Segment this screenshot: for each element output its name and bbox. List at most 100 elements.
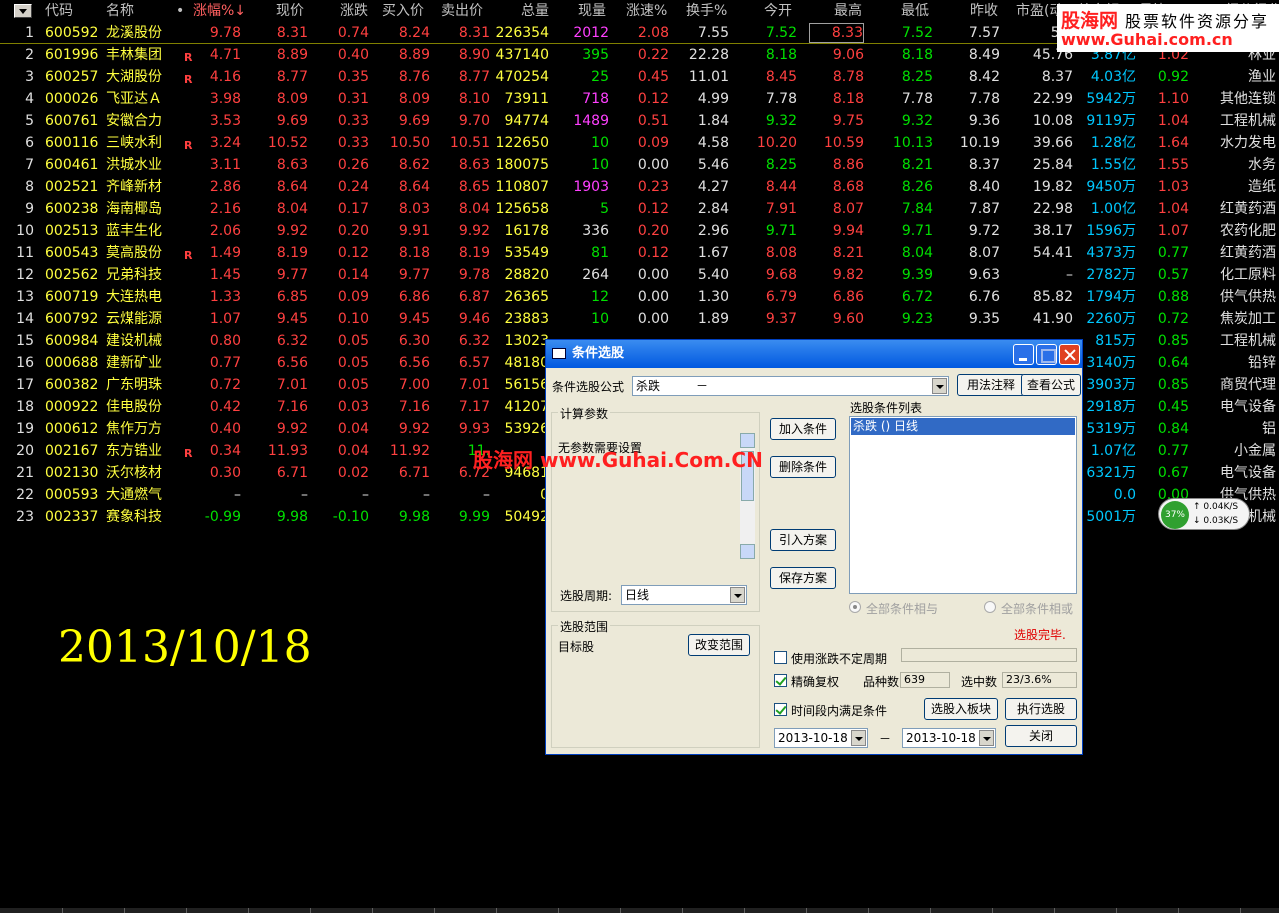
cell-bid: 9.92 [398, 421, 430, 437]
bottom-tab[interactable] [124, 908, 125, 913]
period-label: 选股周期: [560, 589, 613, 603]
cell-vol: 0 [489, 484, 549, 506]
bottom-tab[interactable] [1240, 908, 1241, 913]
dialog-title: 条件选股 [572, 346, 625, 361]
column-header[interactable]: 涨幅%↓ [193, 0, 246, 22]
table-row[interactable]: 12 002562 兄弟科技 1.45 9.77 0.14 9.77 9.78 28820 264… [0, 264, 1279, 286]
dialog-titlebar[interactable]: 条件选股 [546, 340, 1082, 368]
scroll-down-icon[interactable] [740, 544, 755, 559]
column-header[interactable]: 买入价 [382, 0, 424, 22]
bottom-tab[interactable] [806, 908, 807, 913]
table-row[interactable]: 6 600116 三峡水利 R 3.24 10.52 0.33 10.50 10.51 12265… [0, 132, 1279, 154]
cell-diff: 0.03 [337, 399, 369, 415]
network-speed-widget[interactable]: 37% ↑ 0.04K/S ↓ 0.03K/S [1158, 498, 1250, 530]
cell-ask: 9.99 [458, 509, 490, 525]
chevron-down-icon[interactable] [979, 730, 994, 746]
column-header[interactable]: 今开 [764, 0, 792, 22]
run-selection-button[interactable]: 执行选股 [1005, 698, 1077, 720]
cell-chg: -0.99 [204, 509, 241, 525]
bottom-tab[interactable] [310, 908, 311, 913]
formula-label: 条件选股公式 [552, 380, 625, 394]
bottom-tab[interactable] [186, 908, 187, 913]
bottom-tab[interactable] [744, 908, 745, 913]
column-header[interactable]: 总量 [521, 0, 549, 22]
save-scheme-button[interactable]: 保存方案 [770, 567, 836, 589]
bottom-tab[interactable] [1178, 908, 1179, 913]
cell-pe: 38.17 [1032, 223, 1073, 239]
condition-list-item[interactable]: 杀跌 () 日线 [851, 418, 1075, 435]
table-row[interactable]: 13 600719 大连热电 1.33 6.85 0.09 6.86 6.87 26365 12 0… [0, 286, 1279, 308]
column-header[interactable]: 代码 [45, 0, 73, 22]
column-header[interactable]: 现价 [276, 0, 304, 22]
bottom-tab-bar[interactable] [0, 908, 1279, 913]
delete-condition-button[interactable]: 删除条件 [770, 456, 836, 478]
chevron-down-icon[interactable] [932, 378, 947, 394]
radio-all-or[interactable] [984, 601, 996, 613]
table-row[interactable]: 10 002513 蓝丰生化 2.06 9.92 0.20 9.91 9.92 16178 336… [0, 220, 1279, 242]
chevron-down-icon[interactable] [730, 587, 745, 603]
cell-vol: 41207 [504, 399, 549, 415]
usage-notes-button[interactable]: 用法注释 [957, 374, 1025, 396]
table-row[interactable]: 11 600543 莫高股份 R 1.49 8.19 0.12 8.18 8.19 53549 81… [0, 242, 1279, 264]
table-row[interactable]: 14 600792 云煤能源 1.07 9.45 0.10 9.45 9.46 23883 10 0… [0, 308, 1279, 330]
bottom-tab[interactable] [62, 908, 63, 913]
column-header[interactable]: 卖出价 [441, 0, 483, 22]
table-row[interactable]: 3 600257 大湖股份 R 4.16 8.77 0.35 8.76 8.77 470254 25… [0, 66, 1279, 88]
view-formula-button[interactable]: 查看公式 [1021, 374, 1081, 396]
cell-vol: 122650 [495, 135, 549, 151]
undetermined-period-checkbox[interactable] [774, 651, 787, 664]
radio-all-and[interactable] [849, 601, 861, 613]
column-header[interactable]: 涨速% [626, 0, 667, 22]
date-from-picker[interactable]: 2013-10-18 [774, 728, 868, 748]
exact-adjust-checkbox[interactable] [774, 674, 787, 687]
cell-vol: 73911 [504, 91, 549, 107]
bottom-tab[interactable] [682, 908, 683, 913]
bottom-tab[interactable] [992, 908, 993, 913]
close-button[interactable]: 关闭 [1005, 725, 1077, 747]
cell-price: 8.64 [276, 179, 308, 195]
cell-ind: 红黄药酒 [1220, 201, 1276, 217]
column-header[interactable]: 涨跌 [340, 0, 368, 22]
date-to-picker[interactable]: 2013-10-18 [902, 728, 996, 748]
close-window-button[interactable] [1059, 344, 1080, 365]
bottom-tab[interactable] [930, 908, 931, 913]
column-header[interactable]: • [176, 0, 184, 22]
bottom-tab[interactable] [558, 908, 559, 913]
cell-pe: 39.66 [1032, 135, 1073, 151]
table-row[interactable]: 9 600238 海南椰岛 2.16 8.04 0.17 8.03 8.04 125658 5 0.… [0, 198, 1279, 220]
column-header[interactable]: 最高 [834, 0, 862, 22]
condition-list[interactable]: 杀跌 () 日线 [849, 416, 1077, 594]
import-scheme-button[interactable]: 引入方案 [770, 529, 836, 551]
column-header[interactable]: 最低 [901, 0, 929, 22]
add-condition-button[interactable]: 加入条件 [770, 418, 836, 440]
table-row[interactable]: 4 000026 飞亚达Ａ 3.98 8.09 0.31 8.09 8.10 73911 718 0… [0, 88, 1279, 110]
column-header[interactable]: 名称 [106, 0, 134, 22]
bottom-tab[interactable] [1054, 908, 1055, 913]
bottom-tab[interactable] [434, 908, 435, 913]
bottom-tab[interactable] [372, 908, 373, 913]
table-row[interactable]: 7 600461 洪城水业 3.11 8.63 0.26 8.62 8.63 180075 10 0… [0, 154, 1279, 176]
column-menu-button[interactable] [14, 4, 32, 18]
table-row[interactable]: 5 600761 安徽合力 3.53 9.69 0.33 9.69 9.70 94774 1489… [0, 110, 1279, 132]
bottom-tab[interactable] [248, 908, 249, 913]
bottom-tab[interactable] [1116, 908, 1117, 913]
maximize-button[interactable] [1036, 344, 1057, 365]
column-header[interactable]: 换手% [686, 0, 727, 22]
formula-select[interactable]: 杀跌 － [632, 376, 949, 396]
cell-ratio: 0.64 [1157, 355, 1189, 371]
bottom-tab[interactable] [620, 908, 621, 913]
add-to-block-button[interactable]: 选股入板块 [924, 698, 998, 720]
chevron-down-icon[interactable] [851, 730, 866, 746]
cell-ratio: 0.57 [1157, 267, 1189, 283]
period-select[interactable]: 日线 [621, 585, 747, 605]
bottom-tab[interactable] [868, 908, 869, 913]
change-range-button[interactable]: 改变范围 [688, 634, 750, 656]
table-row[interactable]: 8 002521 齐峰新材 2.86 8.64 0.24 8.64 8.65 110807 190… [0, 176, 1279, 198]
minimize-button[interactable] [1013, 344, 1034, 365]
bottom-tab[interactable] [496, 908, 497, 913]
cell-bid: 8.03 [398, 201, 430, 217]
column-header[interactable]: 现量 [578, 0, 606, 22]
time-range-checkbox[interactable] [774, 703, 787, 716]
column-header[interactable]: 昨收 [970, 0, 998, 22]
cell-amt: 1.28亿 [1090, 135, 1136, 151]
